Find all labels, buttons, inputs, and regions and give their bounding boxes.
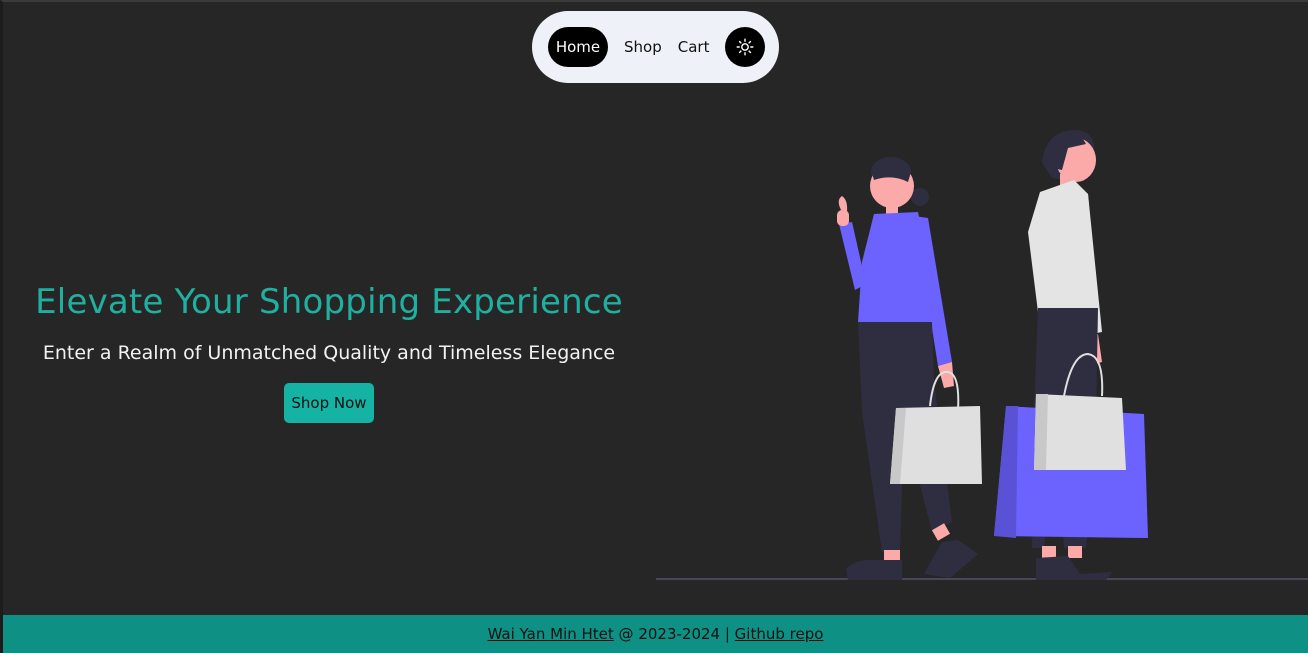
sun-icon <box>736 38 754 56</box>
hero-subtitle: Enter a Realm of Unmatched Quality and T… <box>42 342 616 364</box>
page: Home Shop Cart Elevate Your Shopping Exp… <box>0 0 1308 653</box>
theme-toggle-button[interactable] <box>725 27 766 67</box>
footer-author-link[interactable]: Wai Yan Min Htet <box>488 625 614 643</box>
footer-copyright-text: @ 2023-2024 | <box>613 625 735 643</box>
shoppers-illustration <box>656 130 1308 580</box>
nav-cart-link[interactable]: Cart <box>678 38 710 56</box>
top-navbar: Home Shop Cart <box>532 11 779 83</box>
shop-now-button[interactable]: Shop Now <box>284 383 374 423</box>
hero-title: Elevate Your Shopping Experience <box>35 282 623 322</box>
nav-home-link[interactable]: Home <box>548 27 608 67</box>
footer: Wai Yan Min Htet @ 2023-2024 | Github re… <box>3 615 1308 653</box>
footer-repo-link[interactable]: Github repo <box>735 625 824 643</box>
nav-shop-link[interactable]: Shop <box>624 38 662 56</box>
